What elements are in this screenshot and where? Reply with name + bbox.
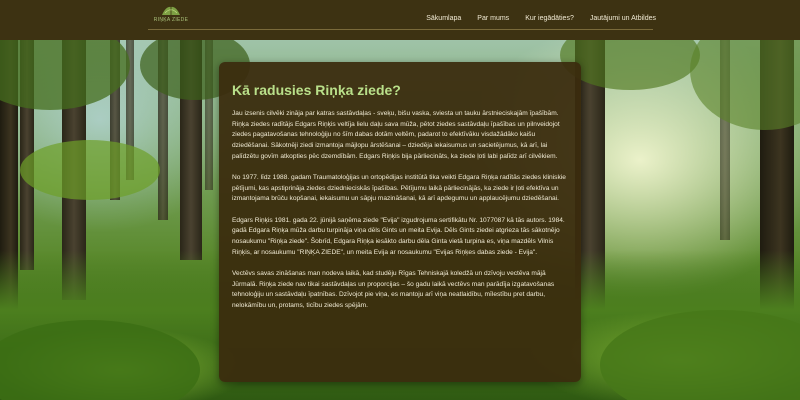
nav-item-faq[interactable]: Jautājumi un Atbildes bbox=[582, 14, 664, 24]
leaf-logo-icon bbox=[162, 6, 180, 16]
article-body: Jau izsenis cilvēki zināja par katras sa… bbox=[232, 109, 572, 322]
site-header: RIŅĶA ZIEDE Sākumlapa Par mums Kur iegād… bbox=[0, 0, 800, 41]
article-card: Kā radusies Riņķa ziede? Jau izsenis cil… bbox=[219, 62, 581, 382]
nav-item-home[interactable]: Sākumlapa bbox=[418, 14, 469, 24]
main-nav: Sākumlapa Par mums Kur iegādāties? Jautā… bbox=[418, 14, 664, 24]
article-paragraph: No 1977. līdz 1988. gadam Traumatoloģija… bbox=[232, 174, 566, 203]
nav-item-about[interactable]: Par mums bbox=[469, 14, 517, 24]
header-divider bbox=[148, 29, 653, 30]
article-paragraph: Vectēvs savas zināšanas man nodeva laikā… bbox=[232, 269, 555, 310]
nav-item-where-to-buy[interactable]: Kur iegādāties? bbox=[517, 14, 582, 24]
logo-text: RIŅĶA ZIEDE bbox=[153, 17, 189, 23]
article-title: Kā radusies Riņķa ziede? bbox=[232, 82, 401, 98]
site-logo[interactable]: RIŅĶA ZIEDE bbox=[150, 4, 192, 26]
article-paragraph: Edgars Riņķis 1981. gada 22. jūnijā saņē… bbox=[232, 216, 565, 256]
article-paragraph: Jau izsenis cilvēki zināja par katras sa… bbox=[232, 110, 560, 160]
